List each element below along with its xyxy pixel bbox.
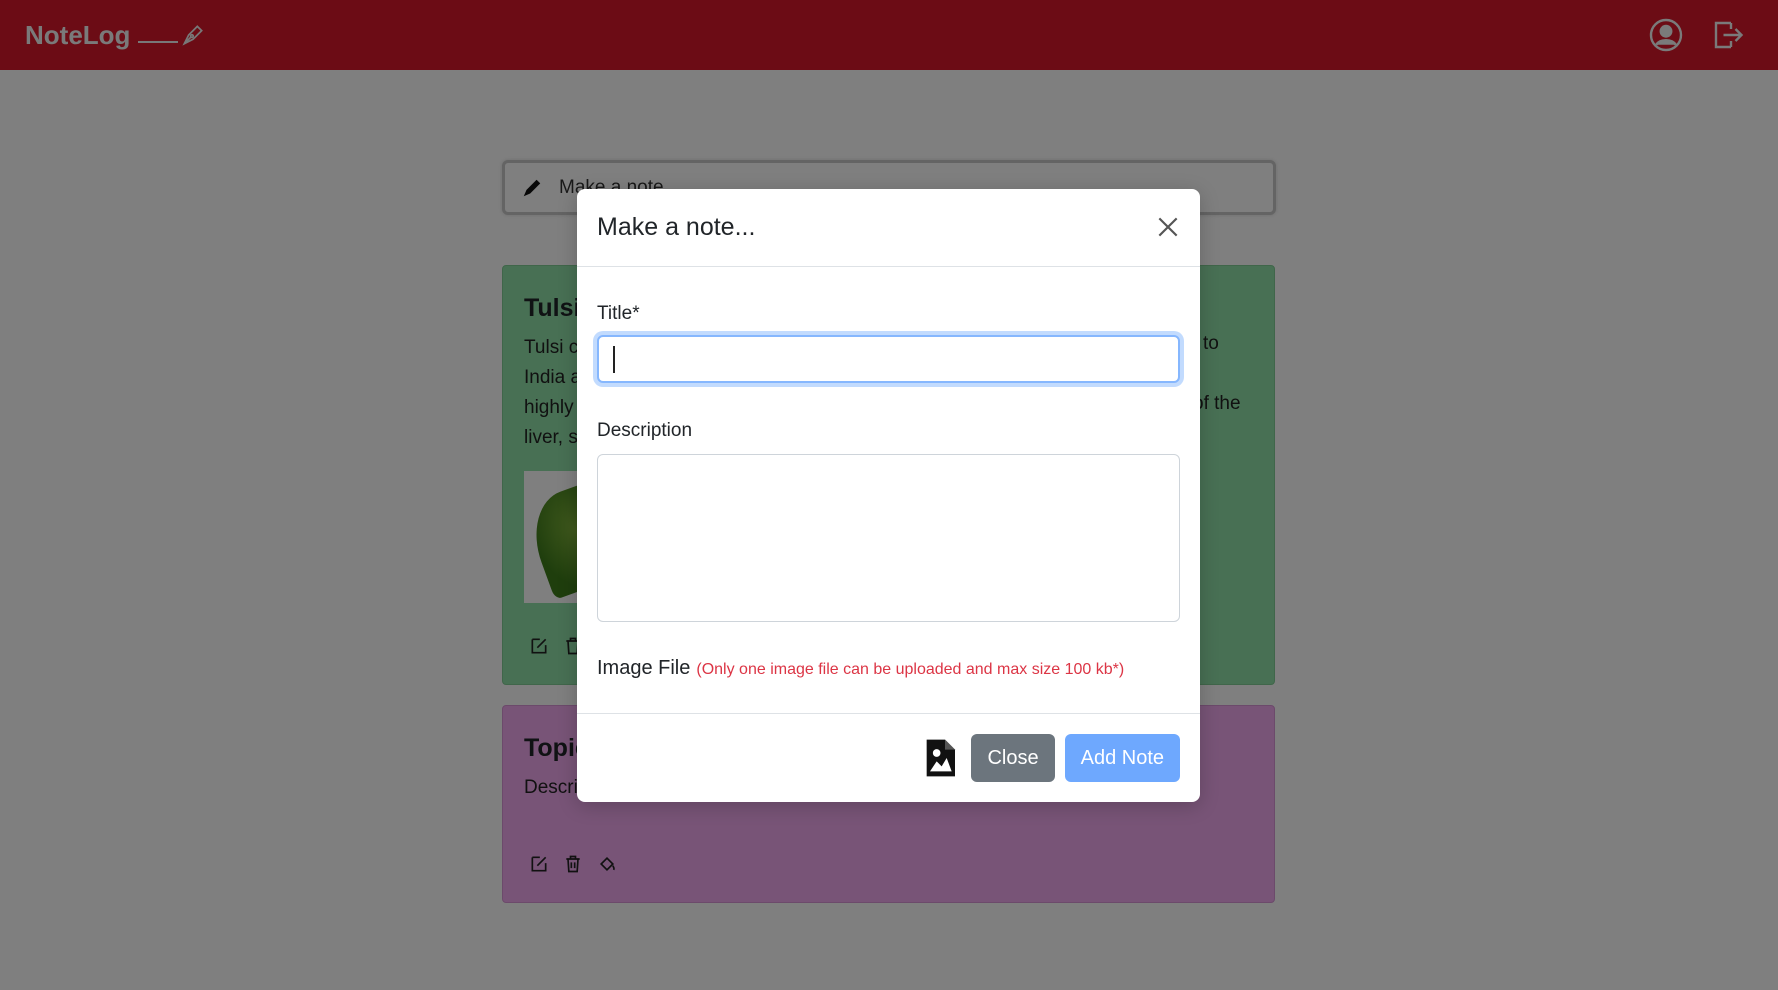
modal-footer: Close Add Note [577,713,1200,802]
make-note-modal: Make a note... Title* Description Image … [577,189,1200,802]
image-upload-icon[interactable] [923,738,957,778]
image-file-label: Image File [597,657,691,679]
close-icon [1158,217,1178,237]
modal-title: Make a note... [597,213,756,241]
modal-body: Title* Description Image File (Only one … [577,267,1200,712]
description-textarea[interactable] [597,454,1180,622]
title-input[interactable] [597,335,1180,383]
text-caret [613,346,615,373]
close-button[interactable]: Close [971,734,1055,782]
modal-header: Make a note... [577,189,1200,267]
title-label: Title* [597,303,640,324]
image-file-row: Image File (Only one image file can be u… [597,657,1124,680]
add-note-button[interactable]: Add Note [1064,734,1180,782]
image-file-hint: (Only one image file can be uploaded and… [696,661,1125,678]
description-label: Description [597,420,693,441]
close-modal-button[interactable] [1152,211,1184,243]
